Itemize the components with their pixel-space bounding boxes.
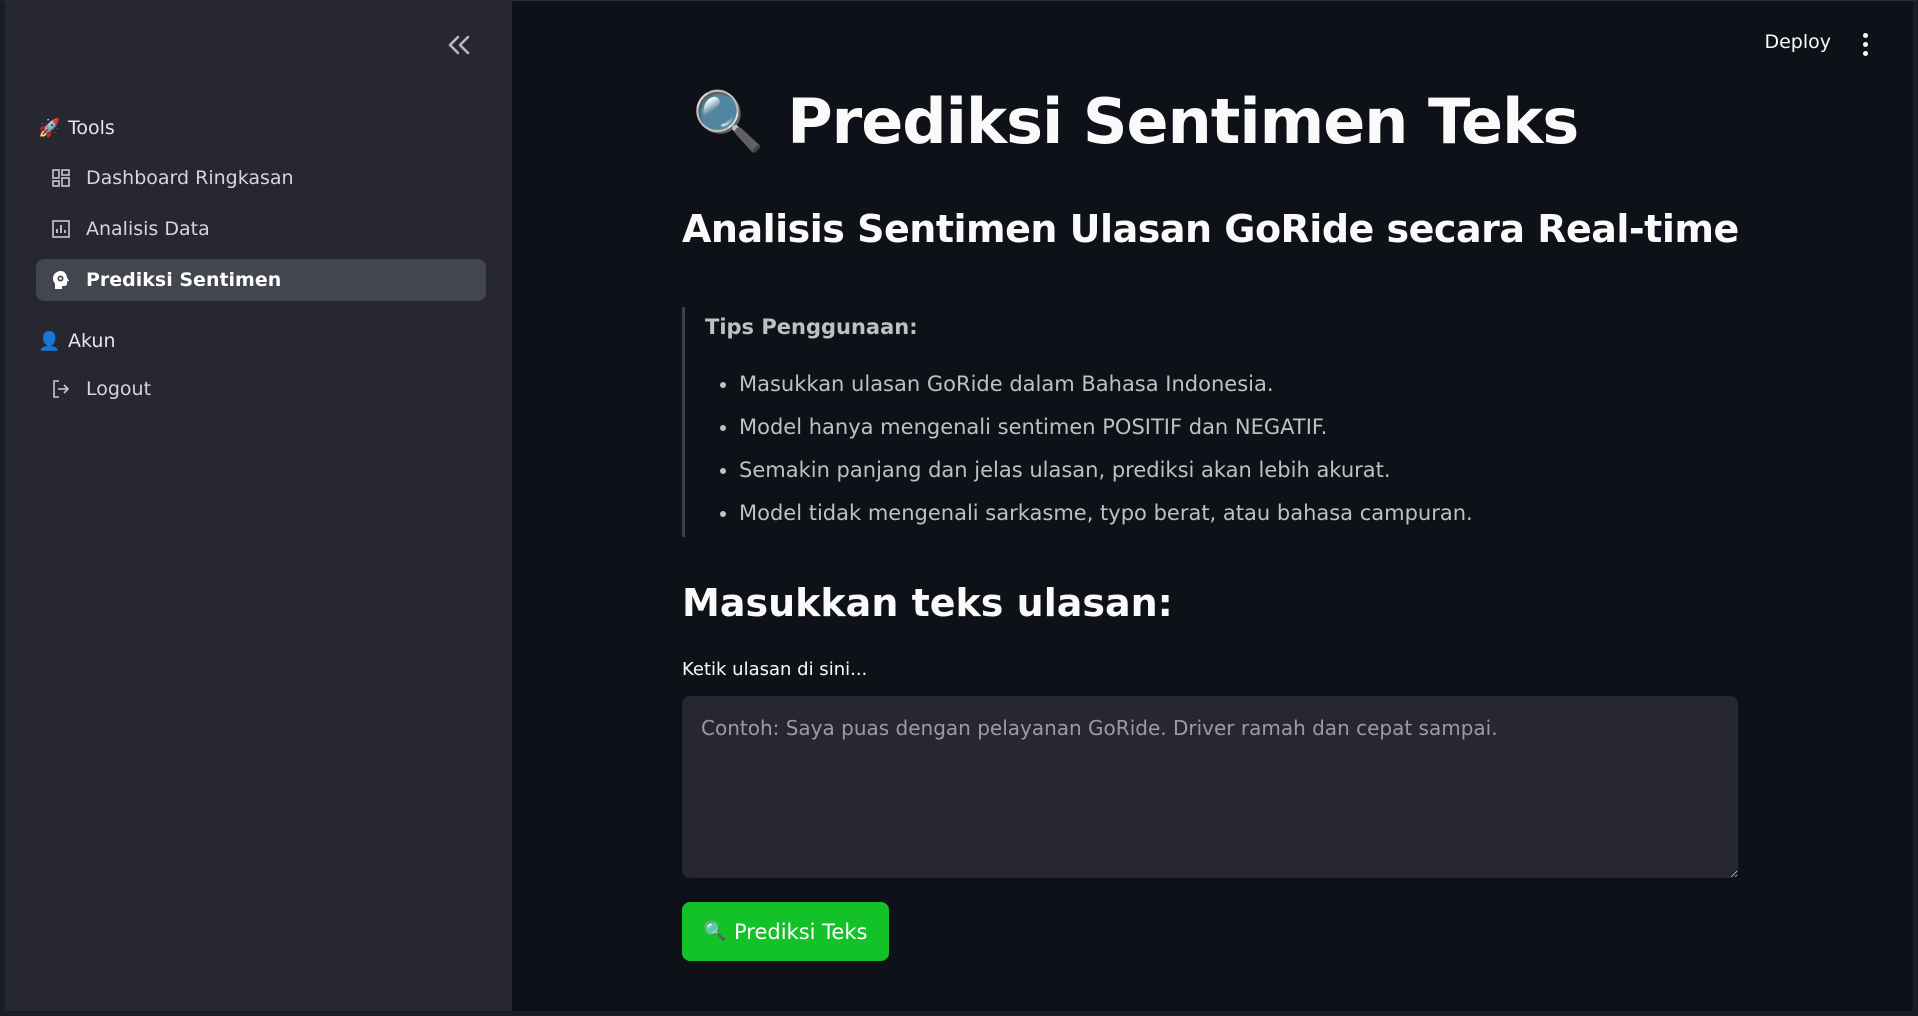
rocket-icon: 🚀 <box>38 117 61 139</box>
user-icon: 👤 <box>38 330 61 352</box>
sidebar-section-tools: 🚀 Tools <box>38 117 115 139</box>
list-item: Model tidak mengenali sarkasme, typo ber… <box>739 498 1473 541</box>
tips-blockquote: Tips Penggunaan: Masukkan ulasan GoRide … <box>682 307 1473 537</box>
sidebar-item-analisis[interactable]: Analisis Data <box>36 208 486 250</box>
tips-list: Masukkan ulasan GoRide dalam Bahasa Indo… <box>705 369 1473 541</box>
input-heading: Masukkan teks ulasan: <box>682 581 1173 625</box>
section-title-label: Akun <box>68 330 116 352</box>
deploy-button[interactable]: Deploy <box>1764 31 1831 53</box>
sidebar-item-prediksi[interactable]: Prediksi Sentimen <box>36 259 486 301</box>
list-item: Model hanya mengenali sentimen POSITIF d… <box>739 412 1473 455</box>
more-menu-icon[interactable] <box>1855 31 1875 57</box>
double-chevron-left-icon <box>448 35 470 55</box>
page-title-text: Prediksi Sentimen Teks <box>787 85 1579 158</box>
magnifier-icon: 🔍 <box>703 921 726 942</box>
page-title: 🔍 Prediksi Sentimen Teks <box>692 85 1579 158</box>
logout-icon <box>50 378 72 400</box>
dashboard-icon <box>50 167 72 189</box>
sidebar-item-logout[interactable]: Logout <box>36 368 486 410</box>
magnifier-icon: 🔍 <box>692 87 764 155</box>
sidebar-section-akun: 👤 Akun <box>38 330 116 352</box>
sidebar: 🚀 Tools Dashboard Ringkasan Analisis Dat… <box>5 1 512 1011</box>
textarea-label: Ketik ulasan di sini... <box>682 659 868 680</box>
section-title-label: Tools <box>68 117 115 139</box>
psychology-icon <box>50 269 72 291</box>
sidebar-item-dashboard[interactable]: Dashboard Ringkasan <box>36 157 486 199</box>
sidebar-item-label: Logout <box>86 378 152 400</box>
review-textarea[interactable] <box>682 696 1738 878</box>
main-content: Deploy 🔍 Prediksi Sentimen Teks Analisis… <box>512 1 1913 1011</box>
analytics-icon <box>50 218 72 240</box>
list-item: Semakin panjang dan jelas ulasan, predik… <box>739 455 1473 498</box>
page-subtitle: Analisis Sentimen Ulasan GoRide secara R… <box>682 207 1739 251</box>
predict-button[interactable]: 🔍 Prediksi Teks <box>682 902 889 961</box>
sidebar-item-label: Prediksi Sentimen <box>86 269 282 291</box>
tips-title: Tips Penggunaan: <box>705 315 918 339</box>
collapse-sidebar-button[interactable] <box>441 27 477 63</box>
app-window: 🚀 Tools Dashboard Ringkasan Analisis Dat… <box>0 0 1918 1016</box>
list-item: Masukkan ulasan GoRide dalam Bahasa Indo… <box>739 369 1473 412</box>
predict-button-label: Prediksi Teks <box>733 919 868 944</box>
sidebar-item-label: Dashboard Ringkasan <box>86 167 294 189</box>
sidebar-item-label: Analisis Data <box>86 218 210 240</box>
